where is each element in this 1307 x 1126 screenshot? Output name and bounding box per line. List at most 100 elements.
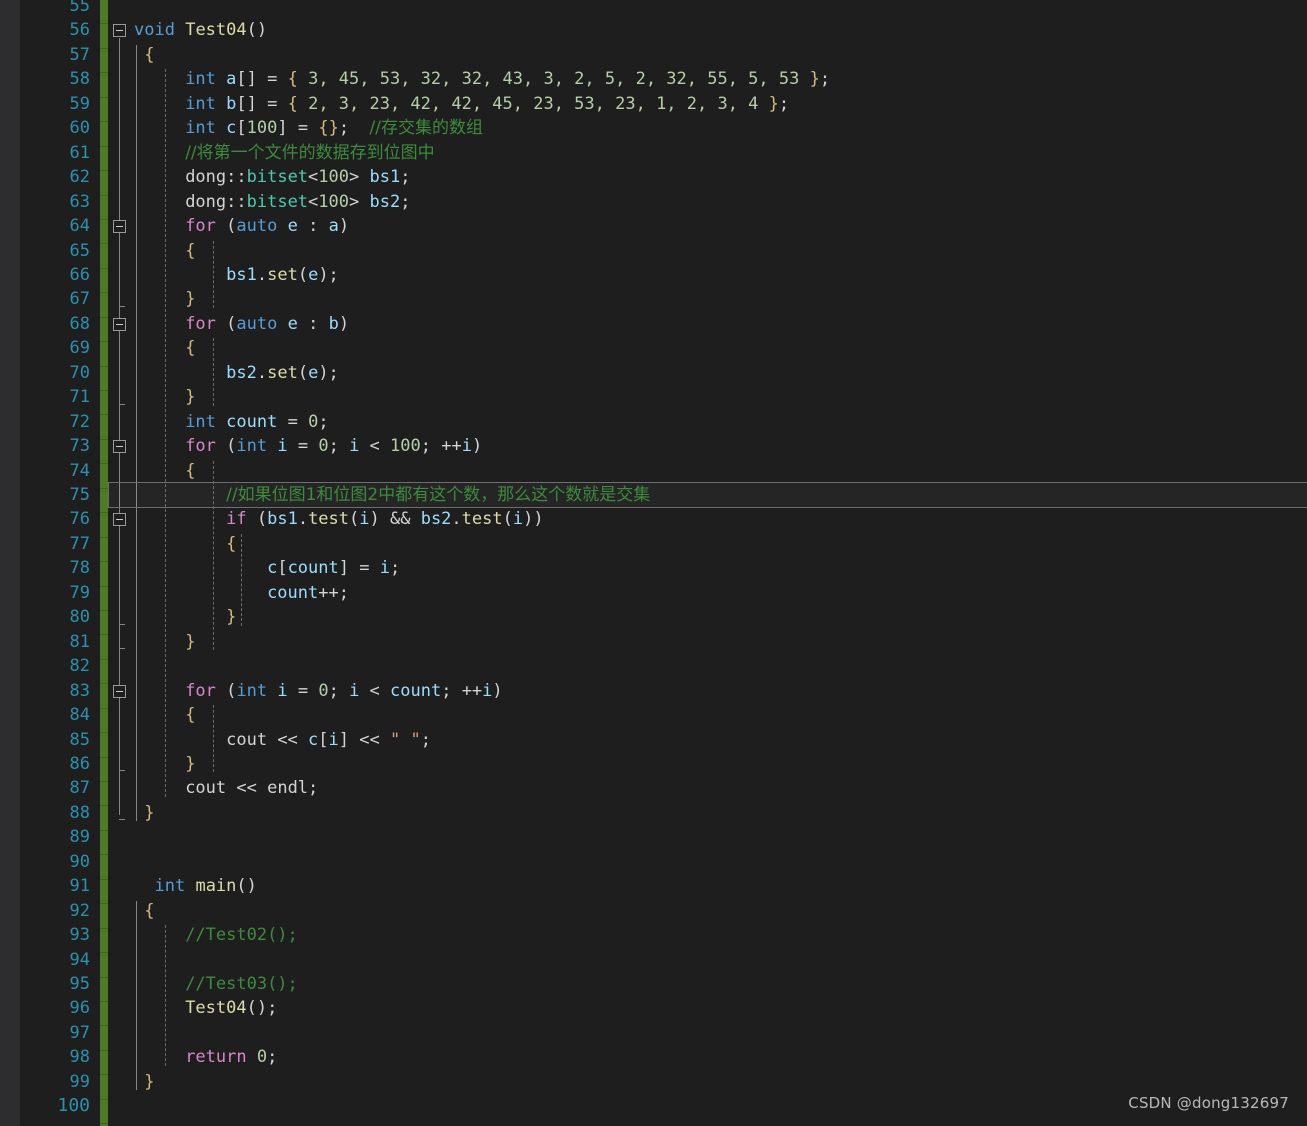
- change-bar-segment: [100, 758, 108, 782]
- code-line[interactable]: return 0;: [134, 1045, 277, 1069]
- code-line[interactable]: dong::bitset<100> bs1;: [134, 165, 410, 189]
- code-token: bs2: [420, 509, 452, 530]
- change-bar-segment: [100, 269, 108, 294]
- code-token: >: [349, 167, 370, 188]
- code-token: bitset: [246, 191, 309, 212]
- code-token: ; ++: [420, 436, 462, 457]
- code-token: (: [502, 509, 513, 530]
- code-line[interactable]: {: [134, 336, 195, 360]
- code-line[interactable]: {: [134, 459, 195, 483]
- line-number: 62: [69, 167, 90, 188]
- change-bar-segment: [100, 611, 108, 636]
- code-token: ++;: [318, 582, 349, 603]
- code-token: {: [185, 240, 196, 261]
- code-line[interactable]: count++;: [134, 581, 349, 605]
- code-line[interactable]: cout << c[i] << " ";: [134, 728, 431, 752]
- code-token: auto: [236, 216, 278, 237]
- code-token: :: [297, 216, 329, 237]
- code-line[interactable]: if (bs1.test(i) && bs2.test(i)): [134, 507, 543, 531]
- code-line[interactable]: }: [134, 385, 195, 409]
- code-line[interactable]: //如果位图1和位图2中都有这个数，那么这个数就是交集: [134, 483, 650, 507]
- fold-toggle-icon[interactable]: [113, 317, 126, 331]
- fold-toggle-icon[interactable]: [113, 24, 126, 38]
- code-line[interactable]: int b[] = { 2, 3, 23, 42, 42, 45, 23, 53…: [134, 92, 789, 116]
- code-line[interactable]: bs1.set(e);: [134, 263, 339, 287]
- code-line[interactable]: }: [134, 1070, 154, 1094]
- code-line[interactable]: //将第一个文件的数据存到位图中: [134, 141, 434, 165]
- code-token: :: [297, 313, 329, 334]
- line-number: 74: [69, 460, 90, 481]
- code-line[interactable]: {: [134, 532, 236, 556]
- code-token: for: [185, 313, 216, 334]
- code-token: set: [267, 362, 298, 383]
- code-line[interactable]: c[count] = i;: [134, 556, 400, 580]
- code-token: ): [492, 680, 503, 701]
- fold-toggle-icon[interactable]: [113, 220, 126, 234]
- code-token: }: [144, 802, 155, 823]
- code-line[interactable]: }: [134, 287, 195, 311]
- code-token: i: [349, 436, 360, 457]
- code-token: bitset: [246, 167, 309, 188]
- code-line[interactable]: }: [134, 630, 195, 654]
- code-token: i: [277, 680, 288, 701]
- change-bar-segment: [100, 587, 108, 611]
- csdn-watermark: CSDN @dong132697: [1128, 1094, 1289, 1112]
- fold-toggle-icon[interactable]: [113, 440, 126, 454]
- change-bar-segment: [100, 978, 108, 1002]
- fold-margin[interactable]: [108, 0, 134, 1126]
- code-line[interactable]: for (auto e : b): [134, 312, 349, 336]
- code-token: ;: [420, 729, 431, 750]
- code-editor[interactable]: void Test04() { int a[] = { 3, 45, 53, 3…: [0, 0, 1307, 1126]
- code-line[interactable]: {: [134, 43, 154, 67]
- fold-toggle-icon[interactable]: [113, 684, 126, 698]
- code-token: bs1: [267, 509, 298, 530]
- code-token: ;: [338, 118, 370, 139]
- code-line[interactable]: int count = 0;: [134, 410, 328, 434]
- code-line[interactable]: {: [134, 703, 195, 727]
- selection-margin[interactable]: [0, 0, 20, 1126]
- change-bar-segment: [100, 684, 108, 709]
- code-line[interactable]: }: [134, 801, 155, 825]
- code-line[interactable]: void Test04(): [134, 18, 267, 42]
- code-surface[interactable]: void Test04() { int a[] = { 3, 45, 53, 3…: [108, 0, 1307, 1126]
- code-line[interactable]: for (int i = 0; i < 100; ++i): [134, 434, 482, 458]
- code-token: {: [185, 460, 196, 481]
- change-bar-segment: [100, 122, 108, 147]
- code-line[interactable]: int a[] = { 3, 45, 53, 32, 32, 43, 3, 2,…: [134, 67, 830, 91]
- line-number: 90: [69, 851, 90, 872]
- line-number: 79: [69, 582, 90, 603]
- code-line[interactable]: Test04();: [134, 996, 277, 1020]
- code-line[interactable]: for (int i = 0; i < count; ++i): [134, 679, 503, 703]
- code-token: " ": [389, 729, 421, 750]
- code-line[interactable]: //Test03();: [134, 972, 298, 996]
- code-line[interactable]: //Test02();: [134, 923, 298, 947]
- code-token: <<: [226, 778, 268, 799]
- code-line[interactable]: cout << endl;: [134, 776, 318, 800]
- code-line[interactable]: {: [134, 899, 154, 923]
- code-token: ;: [267, 1047, 278, 1068]
- code-line[interactable]: dong::bitset<100> bs2;: [134, 190, 410, 214]
- code-line[interactable]: for (auto e : a): [134, 214, 349, 238]
- fold-toggle-icon[interactable]: [113, 513, 126, 527]
- code-line[interactable]: int c[100] = {}; //存交集的数组: [134, 116, 483, 140]
- code-token: }: [809, 69, 820, 90]
- code-line[interactable]: bs2.set(e);: [134, 361, 339, 385]
- change-bar-segment: [100, 171, 108, 196]
- change-bar-segment: [100, 391, 108, 416]
- code-line[interactable]: }: [134, 605, 236, 629]
- change-indicator-bar: [100, 0, 108, 1126]
- code-line[interactable]: }: [134, 752, 195, 776]
- line-number: 56: [69, 20, 90, 41]
- code-token: ;: [328, 436, 350, 457]
- code-token: b: [328, 313, 339, 334]
- line-number: 73: [69, 436, 90, 457]
- code-line[interactable]: {: [134, 239, 195, 263]
- code-token: c: [267, 558, 278, 579]
- code-line[interactable]: int main(): [134, 874, 256, 898]
- fold-region-line: [119, 331, 120, 400]
- code-token: set: [267, 264, 298, 285]
